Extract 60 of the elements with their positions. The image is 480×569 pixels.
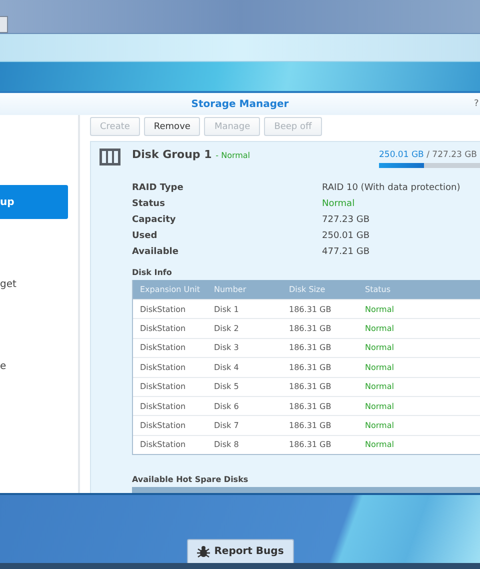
table-cell-text: Normal — [365, 324, 395, 334]
sidebar-item[interactable]: get — [0, 267, 68, 301]
table-cell-text: Disk 8 — [214, 440, 240, 450]
section-title: Available Hot Spare Disks — [132, 474, 250, 486]
table-cell-text: 186.31 GB — [289, 402, 332, 411]
table-cell-text: Disk 2 — [214, 324, 240, 334]
column-header: Number — [214, 285, 248, 294]
table-cell-text: 186.31 GB — [289, 440, 332, 450]
table-cell-text: Normal — [365, 304, 395, 314]
table-cell-text: Disk 4 — [214, 362, 240, 372]
property-label: Status — [132, 198, 166, 211]
sidebar-item[interactable]: e — [0, 349, 68, 383]
sidebar-item[interactable]: up — [0, 185, 68, 219]
report-bugs-button[interactable]: Report Bugs — [187, 539, 294, 563]
help-button[interactable]: ? — [474, 99, 480, 109]
property-value: RAID 10 (With data protection) — [322, 182, 462, 195]
table-cell-text: Disk 3 — [214, 343, 240, 352]
toolbar-button[interactable]: Remove — [144, 117, 200, 136]
table-cell-text: 186.31 GB — [289, 304, 332, 314]
column-header: Expansion Unit — [140, 285, 202, 294]
table-cell-text: 186.31 GB — [289, 382, 332, 392]
table-cell-text: DiskStation — [140, 421, 187, 430]
table-cell-text: 186.31 GB — [289, 324, 332, 334]
window-title: Storage Manager — [191, 98, 289, 110]
table-cell-text: DiskStation — [140, 324, 187, 334]
column-header: Disk Size — [289, 285, 326, 294]
table-cell-text: Normal — [365, 440, 395, 450]
table-cell-text: Normal — [365, 343, 395, 352]
column-header: Status — [365, 285, 392, 294]
table-cell-text: 186.31 GB — [289, 362, 332, 372]
disk-group-title: Disk Group 1 - Normal — [132, 148, 250, 161]
table-cell-text: DiskStation — [140, 402, 187, 411]
section-title: Disk Info — [132, 267, 173, 279]
property-label: RAID Type — [132, 182, 184, 195]
table-cell-text: Normal — [365, 382, 395, 392]
usage-text: 250.01 GB / 727.23 GB — [379, 150, 478, 160]
property-label: Available — [132, 246, 180, 259]
table-cell-text: DiskStation — [140, 362, 187, 372]
property-value: Normal — [322, 198, 356, 211]
table-cell-text: DiskStation — [140, 343, 187, 352]
property-label: Used — [132, 230, 158, 243]
property-value: 477.21 GB — [322, 246, 371, 259]
table-cell-text: Disk 7 — [214, 421, 240, 430]
bug-icon — [197, 545, 210, 558]
table-cell-text: Normal — [365, 402, 395, 411]
table-cell-text: 186.31 GB — [289, 421, 332, 430]
property-value: 727.23 GB — [322, 214, 371, 227]
table-cell-text: Disk 1 — [214, 304, 240, 314]
table-cell-text: 186.31 GB — [289, 343, 332, 352]
property-value: 250.01 GB — [322, 230, 371, 243]
table-cell-text: DiskStation — [140, 304, 187, 314]
property-label: Capacity — [132, 214, 177, 227]
table-cell-text: Disk 5 — [214, 382, 240, 392]
table-cell-text: Disk 6 — [214, 402, 240, 411]
table-cell-text: DiskStation — [140, 382, 187, 392]
disk-array-icon — [99, 148, 121, 166]
table-cell-text: Normal — [365, 421, 395, 430]
table-cell-text: DiskStation — [140, 440, 187, 450]
window-tab[interactable] — [0, 16, 8, 33]
table-cell-text: Normal — [365, 362, 395, 372]
